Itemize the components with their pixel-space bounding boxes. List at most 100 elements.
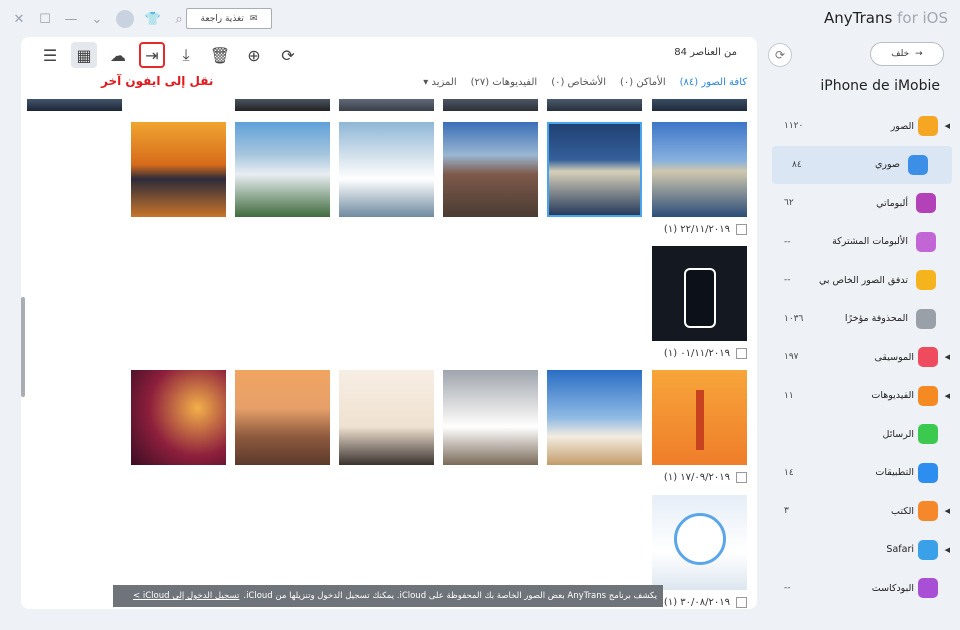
my-photos-icon bbox=[908, 154, 928, 175]
device-name: iPhone de iMobie bbox=[820, 78, 940, 94]
sidebar-item[interactable]: ١٤ التطبيقات bbox=[764, 454, 960, 493]
photo-thumbnail[interactable] bbox=[27, 99, 122, 111]
photo-panel: ☰ ▦ ☁ ⇥ ⤓ 🗑 ⊕ ⟳ 84 من العناصر نقل إلى اي… bbox=[21, 37, 757, 609]
expand-arrow-icon[interactable]: ◀ bbox=[945, 507, 950, 515]
avatar-icon[interactable] bbox=[116, 10, 134, 28]
sidebar-item[interactable]: -- البودكاست bbox=[764, 569, 960, 608]
sidebar-item[interactable]: ١١٢٠ الصور ◀ bbox=[764, 107, 960, 146]
date-row: (١) ١٧/٠٩/٢٠١٩ bbox=[664, 472, 747, 483]
sidebar-item-count: -- bbox=[784, 275, 791, 286]
device-refresh-button[interactable]: ⟳ bbox=[768, 43, 792, 67]
sidebar: ⟳ خلف → iPhone de iMobie ١١٢٠ الصور ◀ ٨٤ صور… bbox=[764, 37, 960, 630]
music-icon bbox=[918, 347, 938, 368]
album-icon bbox=[916, 193, 936, 214]
minimize-icon[interactable]: — bbox=[64, 12, 78, 27]
appstore-icon bbox=[918, 462, 938, 483]
sidebar-item-label: الموسيقى bbox=[874, 351, 914, 363]
expand-arrow-icon[interactable]: ◀ bbox=[945, 546, 950, 554]
photo-thumbnail[interactable] bbox=[339, 122, 434, 217]
sidebar-item-label: المحذوفة مؤخرًا bbox=[844, 313, 908, 325]
safari-icon bbox=[918, 539, 938, 560]
icloud-login-link[interactable]: تسجيل الدخول إلى iCloud > bbox=[133, 591, 239, 601]
sidebar-item-count: -- bbox=[784, 236, 791, 247]
sunflower-icon bbox=[916, 270, 936, 291]
close-icon[interactable]: ✕ bbox=[12, 12, 26, 27]
icloud-banner: يكشف برنامج AnyTrans بعض الصور الخاصة بك… bbox=[113, 585, 663, 607]
photo-thumbnail[interactable] bbox=[235, 99, 330, 111]
brand-sub: for iOS bbox=[897, 9, 948, 27]
sidebar-item[interactable]: Safari ◀ bbox=[764, 531, 960, 570]
select-checkbox[interactable] bbox=[736, 348, 747, 359]
photo-thumbnail[interactable] bbox=[131, 122, 226, 217]
sidebar-item-label: الألبومات المشتركة bbox=[832, 236, 908, 248]
date-row: (١) ٢٢/١١/٢٠١٩ bbox=[664, 224, 747, 235]
sidebar-item[interactable]: ٣ الكتب ◀ bbox=[764, 492, 960, 531]
photo-thumbnail[interactable] bbox=[443, 370, 538, 465]
maximize-icon[interactable]: ☐ bbox=[38, 12, 52, 27]
back-button[interactable]: خلف → bbox=[870, 42, 944, 66]
date-label: (١) ١٧/٠٩/٢٠١٩ bbox=[663, 472, 730, 483]
search-icon[interactable]: ⌕ bbox=[172, 12, 186, 27]
photo-thumbnail[interactable] bbox=[547, 99, 642, 111]
shirt-icon[interactable]: 👕 bbox=[145, 12, 161, 27]
expand-arrow-icon[interactable]: ◀ bbox=[945, 353, 950, 361]
photo-thumbnail[interactable] bbox=[652, 246, 747, 341]
brand-name: AnyTrans bbox=[824, 9, 893, 27]
sidebar-item[interactable]: ٦٢ ألبوماتي bbox=[764, 184, 960, 223]
sidebar-item-label: التطبيقات bbox=[875, 467, 914, 479]
chevron-down-icon[interactable]: ⌄ bbox=[90, 12, 104, 27]
select-checkbox[interactable] bbox=[736, 472, 747, 483]
photo-thumbnail[interactable] bbox=[131, 370, 226, 465]
sidebar-item[interactable]: -- الألبومات المشتركة bbox=[764, 223, 960, 262]
trash-icon bbox=[916, 308, 936, 329]
photo-thumbnail[interactable] bbox=[652, 122, 747, 217]
photo-thumbnail[interactable] bbox=[339, 99, 434, 111]
photo-grid: (١) ٢٢/١١/٢٠١٩ (١) ٠١/١١/٢٠١٩ (١) ١٧/٠٩/… bbox=[21, 37, 757, 609]
select-checkbox[interactable] bbox=[736, 224, 747, 235]
sidebar-item-label: صوري bbox=[875, 159, 900, 171]
feedback-label: تغذية راجعة bbox=[200, 13, 244, 24]
select-checkbox[interactable] bbox=[736, 597, 747, 608]
sidebar-item-label: الصور bbox=[890, 120, 914, 132]
sidebar-item[interactable]: -- تدفق الصور الخاص بي bbox=[764, 261, 960, 300]
sidebar-item-label: الفيديوهات bbox=[871, 390, 914, 402]
sidebar-item[interactable]: ٨٤ صوري bbox=[772, 145, 952, 184]
photo-thumbnail[interactable] bbox=[235, 370, 330, 465]
photo-thumbnail[interactable] bbox=[652, 370, 747, 465]
sidebar-item-label: ألبوماتي bbox=[876, 197, 908, 209]
feedback-button[interactable]: تغذية راجعة ✉ bbox=[186, 8, 272, 29]
photo-thumbnail[interactable] bbox=[652, 495, 747, 590]
date-row: (١) ٠١/١١/٢٠١٩ bbox=[664, 348, 747, 359]
photo-thumbnail[interactable] bbox=[652, 99, 747, 111]
window-controls: ✕ ☐ — ⌄ 👕 ⌕ bbox=[12, 10, 186, 28]
photo-thumbnail[interactable] bbox=[547, 122, 642, 217]
app-brand: AnyTrans for iOS bbox=[824, 9, 948, 27]
photo-thumbnail[interactable] bbox=[547, 370, 642, 465]
shared-icon bbox=[916, 231, 936, 252]
photo-thumbnail[interactable] bbox=[443, 99, 538, 111]
sidebar-item-label: الكتب bbox=[891, 505, 914, 517]
sidebar-item[interactable]: الرسائل bbox=[764, 415, 960, 454]
sidebar-item-count: -- bbox=[784, 583, 791, 594]
sidebar-item[interactable]: ١٠٣٦ المحذوفة مؤخرًا bbox=[764, 300, 960, 339]
expand-arrow-icon[interactable]: ◀ bbox=[945, 122, 950, 130]
photo-thumbnail[interactable] bbox=[235, 122, 330, 217]
arrow-right-icon: → bbox=[915, 49, 923, 59]
sidebar-item-count: ١١٢٠ bbox=[784, 121, 804, 132]
sidebar-item-label: تدفق الصور الخاص بي bbox=[818, 274, 908, 286]
photos-icon bbox=[918, 116, 938, 137]
sidebar-item[interactable]: ١٩٧ الموسيقى ◀ bbox=[764, 338, 960, 377]
date-label: (١) ٠١/١١/٢٠١٩ bbox=[663, 348, 730, 359]
sidebar-item-label: البودكاست bbox=[871, 582, 914, 594]
sidebar-item-count: ١١ bbox=[784, 390, 794, 401]
sidebar-item-count: ١٤ bbox=[784, 467, 794, 478]
video-icon bbox=[918, 385, 938, 406]
phonerescue-logo bbox=[674, 513, 726, 565]
photo-thumbnail[interactable] bbox=[339, 370, 434, 465]
podcast-icon bbox=[918, 578, 938, 599]
expand-arrow-icon[interactable]: ◀ bbox=[945, 392, 950, 400]
date-row: (١) ٣٠/٠٨/٢٠١٩ bbox=[664, 597, 747, 608]
back-label: خلف bbox=[891, 49, 910, 59]
photo-thumbnail[interactable] bbox=[443, 122, 538, 217]
sidebar-item[interactable]: ١١ الفيديوهات ◀ bbox=[764, 377, 960, 416]
